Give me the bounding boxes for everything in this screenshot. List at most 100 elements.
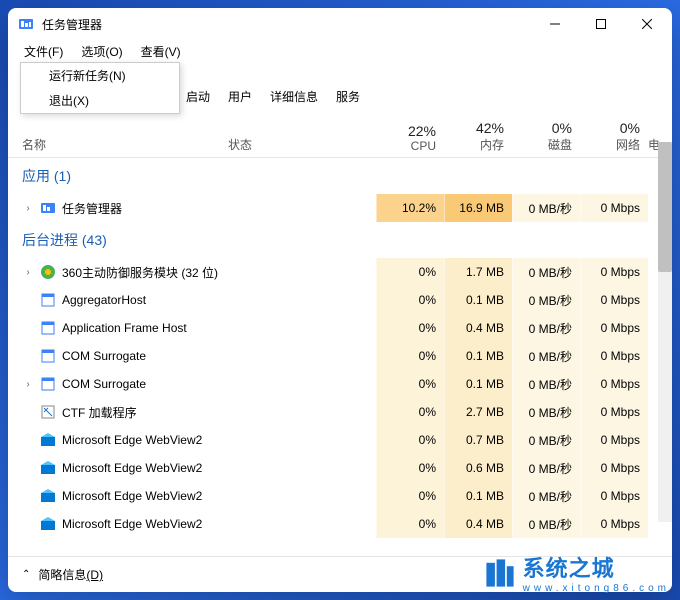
file-dropdown: 运行新任务(N) 退出(X) (20, 62, 180, 114)
net-cell: 0 Mbps (580, 370, 648, 398)
disk-cell: 0 MB/秒 (512, 454, 580, 482)
menu-run-new-task[interactable]: 运行新任务(N) (21, 63, 179, 88)
menu-view[interactable]: 查看(V) (137, 41, 185, 62)
process-icon (40, 200, 56, 216)
process-icon (40, 432, 56, 448)
col-cpu[interactable]: 22%CPU (376, 123, 444, 153)
process-list: 应用 (1)›任务管理器10.2%16.9 MB0 MB/秒0 Mbps后台进程… (8, 158, 672, 556)
watermark-url: www.xitong86.com (523, 583, 670, 594)
net-cell: 0 Mbps (580, 342, 648, 370)
disk-cell: 0 MB/秒 (512, 426, 580, 454)
process-name: 任务管理器 (62, 200, 122, 217)
col-name[interactable]: 名称 (8, 136, 228, 153)
mem-cell: 0.1 MB (444, 286, 512, 314)
disk-cell: 0 MB/秒 (512, 482, 580, 510)
scrollbar-thumb[interactable] (658, 142, 672, 272)
menu-file[interactable]: 文件(F) (20, 41, 67, 62)
watermark-text: 系统之城 (523, 556, 615, 581)
tab-startup[interactable]: 启动 (178, 84, 218, 109)
process-name: Application Frame Host (62, 321, 187, 335)
cpu-cell: 0% (376, 314, 444, 342)
expand-icon[interactable]: › (22, 379, 34, 390)
process-icon (40, 320, 56, 336)
process-row[interactable]: CTF 加载程序0%2.7 MB0 MB/秒0 Mbps (8, 398, 672, 426)
col-disk[interactable]: 0%磁盘 (512, 120, 580, 153)
tab-services[interactable]: 服务 (328, 84, 368, 109)
mem-cell: 0.6 MB (444, 454, 512, 482)
tab-details[interactable]: 详细信息 (262, 84, 326, 109)
process-icon (40, 404, 56, 420)
mem-cell: 0.4 MB (444, 314, 512, 342)
menu-options[interactable]: 选项(O) (77, 41, 126, 62)
net-cell: 0 Mbps (580, 482, 648, 510)
group-apps: 应用 (1) (8, 158, 672, 194)
cpu-cell: 0% (376, 510, 444, 538)
column-headers: 名称 状态 22%CPU 42%内存 0%磁盘 0%网络 电 (8, 110, 672, 158)
cpu-cell: 0% (376, 426, 444, 454)
process-row[interactable]: ›COM Surrogate0%0.1 MB0 MB/秒0 Mbps (8, 370, 672, 398)
mem-cell: 0.1 MB (444, 342, 512, 370)
group-background: 后台进程 (43) (8, 222, 672, 258)
process-icon (40, 264, 56, 280)
mem-cell: 2.7 MB (444, 398, 512, 426)
menu-exit[interactable]: 退出(X) (21, 88, 179, 113)
process-row[interactable]: COM Surrogate 0%0.1 MB0 MB/秒0 Mbps (8, 342, 672, 370)
process-row[interactable]: Microsoft Edge WebView20%0.1 MB0 MB/秒0 M… (8, 482, 672, 510)
mem-cell: 0.7 MB (444, 426, 512, 454)
process-row[interactable]: AggregatorHost0%0.1 MB0 MB/秒0 Mbps (8, 286, 672, 314)
disk-cell: 0 MB/秒 (512, 342, 580, 370)
process-icon (40, 348, 56, 364)
process-icon (40, 488, 56, 504)
expand-icon[interactable]: › (22, 267, 34, 278)
mem-cell: 1.7 MB (444, 258, 512, 286)
process-name: CTF 加载程序 (62, 404, 137, 421)
process-icon (40, 516, 56, 532)
close-button[interactable] (624, 8, 670, 40)
process-icon (40, 376, 56, 392)
cpu-cell: 0% (376, 482, 444, 510)
cpu-cell: 0% (376, 342, 444, 370)
vertical-scrollbar[interactable] (658, 142, 672, 522)
maximize-button[interactable] (578, 8, 624, 40)
col-status[interactable]: 状态 (228, 136, 376, 153)
window-title: 任务管理器 (42, 16, 532, 33)
mem-cell: 0.1 MB (444, 482, 512, 510)
task-manager-window: 任务管理器 文件(F) 选项(O) 查看(V) 运行新任务(N) 退出(X) 启… (8, 8, 672, 592)
net-cell: 0 Mbps (580, 286, 648, 314)
process-row[interactable]: Microsoft Edge WebView20%0.4 MB0 MB/秒0 M… (8, 510, 672, 538)
process-icon (40, 292, 56, 308)
disk-cell: 0 MB/秒 (512, 510, 580, 538)
mem-cell: 0.1 MB (444, 370, 512, 398)
expand-icon[interactable]: › (22, 203, 34, 214)
process-row[interactable]: ›360主动防御服务模块 (32 位)0%1.7 MB0 MB/秒0 Mbps (8, 258, 672, 286)
chevron-up-icon[interactable]: ⌃ (22, 569, 30, 580)
process-row[interactable]: Application Frame Host0%0.4 MB0 MB/秒0 Mb… (8, 314, 672, 342)
net-cell: 0 Mbps (580, 314, 648, 342)
minimize-button[interactable] (532, 8, 578, 40)
process-name: Microsoft Edge WebView2 (62, 461, 202, 475)
tab-users[interactable]: 用户 (220, 84, 260, 109)
cpu-cell: 0% (376, 286, 444, 314)
net-cell: 0 Mbps (580, 258, 648, 286)
process-row[interactable]: ›任务管理器10.2%16.9 MB0 MB/秒0 Mbps (8, 194, 672, 222)
cpu-cell: 0% (376, 258, 444, 286)
process-icon (40, 460, 56, 476)
process-row[interactable]: Microsoft Edge WebView2 0%0.6 MB0 MB/秒0 M… (8, 454, 672, 482)
net-cell: 0 Mbps (580, 454, 648, 482)
process-name: COM Surrogate (62, 349, 146, 363)
process-name: AggregatorHost (62, 293, 146, 307)
watermark-logo-icon (483, 556, 517, 590)
cpu-cell: 10.2% (376, 194, 444, 222)
col-mem[interactable]: 42%内存 (444, 120, 512, 153)
process-name: Microsoft Edge WebView2 (62, 433, 202, 447)
net-cell: 0 Mbps (580, 194, 648, 222)
watermark: 系统之城 www.xitong86.com (483, 551, 670, 594)
brief-info-link[interactable]: 简略信息(D) (38, 566, 103, 583)
cpu-cell: 0% (376, 454, 444, 482)
mem-cell: 16.9 MB (444, 194, 512, 222)
disk-cell: 0 MB/秒 (512, 258, 580, 286)
net-cell: 0 Mbps (580, 398, 648, 426)
col-net[interactable]: 0%网络 (580, 120, 648, 153)
process-row[interactable]: Microsoft Edge WebView20%0.7 MB0 MB/秒0 M… (8, 426, 672, 454)
titlebar[interactable]: 任务管理器 (8, 8, 672, 40)
